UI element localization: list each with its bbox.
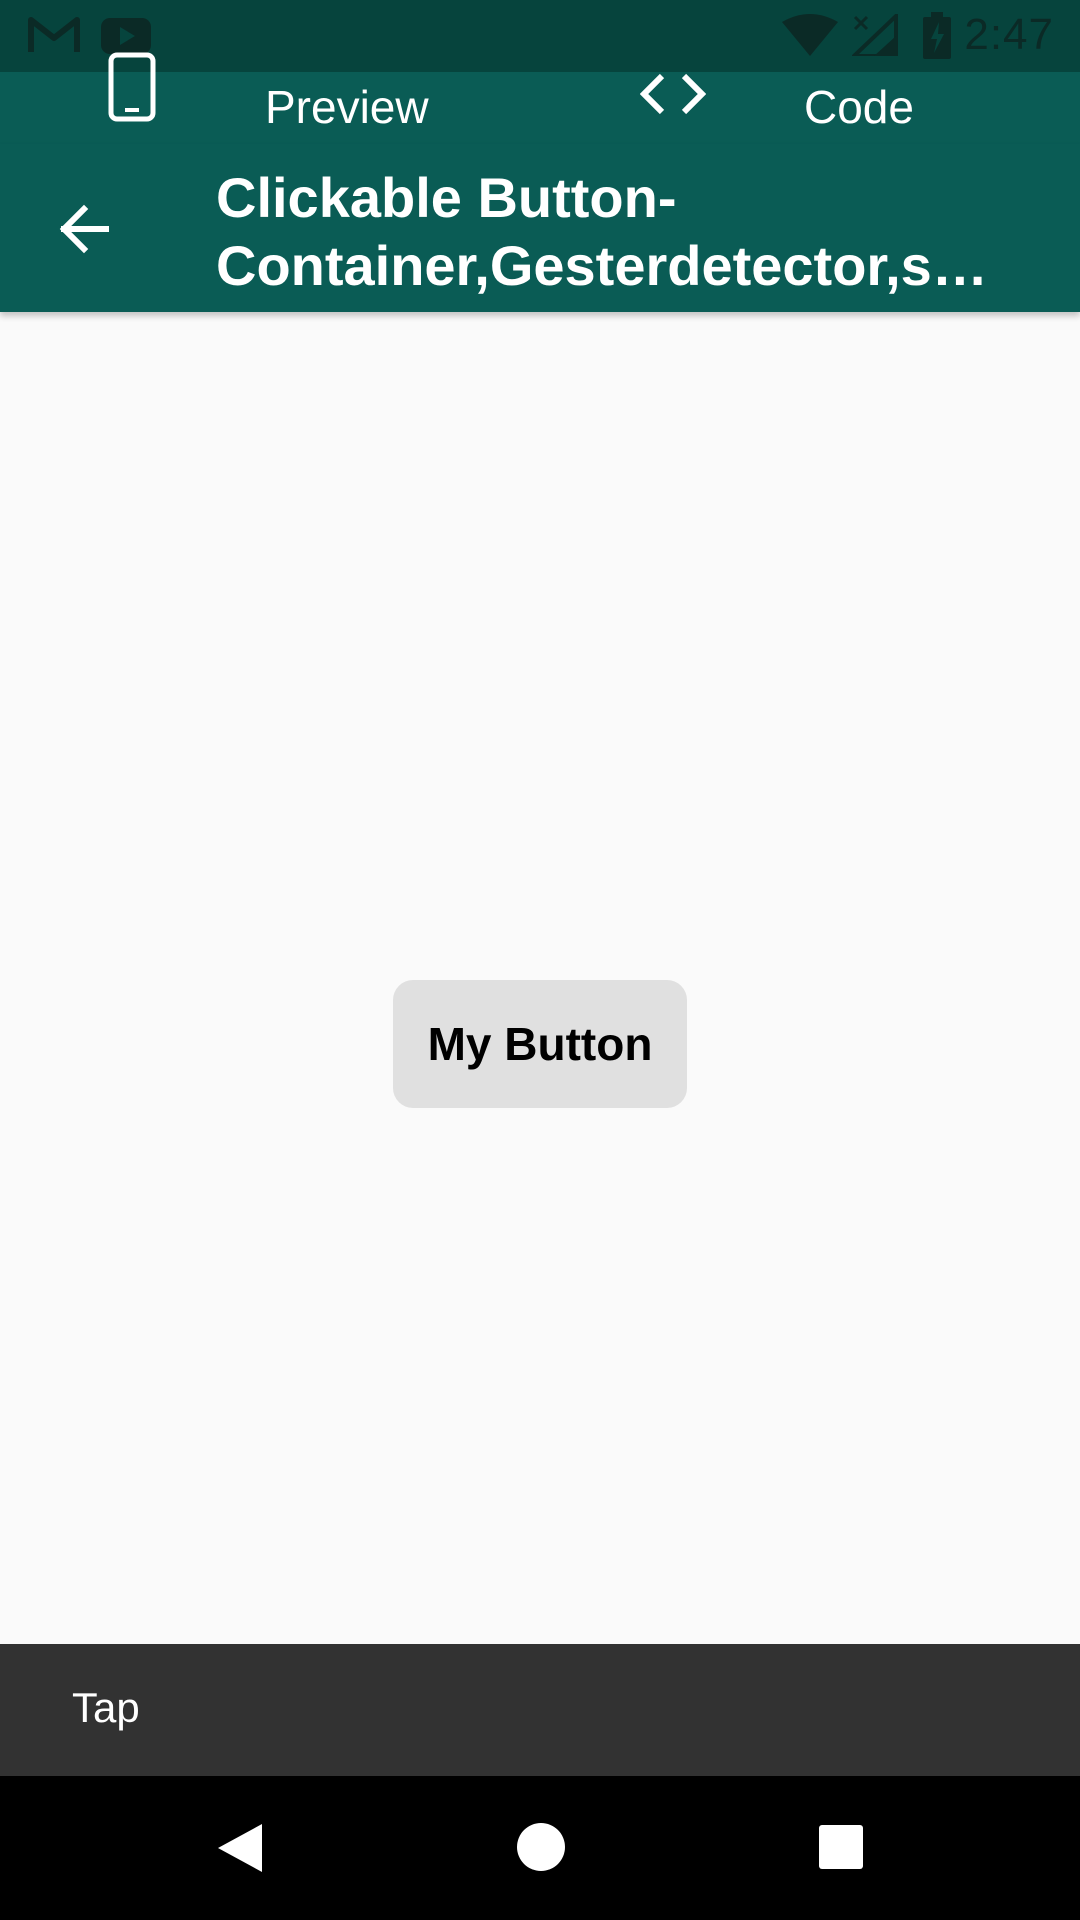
battery-icon <box>922 12 952 65</box>
page-title-line-1: Clickable Button- <box>216 166 677 229</box>
nav-back-icon[interactable] <box>216 1822 264 1879</box>
app-bar: Clickable Button- Container,Gesterdetect… <box>0 144 1080 312</box>
nav-recents-icon[interactable] <box>818 1824 864 1875</box>
code-brackets-icon[interactable] <box>639 72 707 121</box>
gmail-icon <box>28 16 80 59</box>
nav-bar <box>0 1776 1080 1920</box>
status-bar: 2:47 <box>0 0 1080 72</box>
phone-icon[interactable] <box>108 52 156 127</box>
my-button[interactable]: My Button <box>393 980 687 1108</box>
snackbar: Tap <box>0 1644 1080 1776</box>
screen: 2:47 Preview Code Clickable Button- Cont… <box>0 0 1080 1920</box>
snackbar-text: Tap <box>72 1684 140 1731</box>
tab-bar: Preview Code <box>0 52 1080 144</box>
page-title-line-2: Container,Gesterdetector,sn… <box>216 234 1016 297</box>
nav-home-icon[interactable] <box>516 1822 566 1877</box>
page-title: Clickable Button- Container,Gesterdetect… <box>216 164 1016 300</box>
wifi-icon <box>782 14 838 61</box>
status-time: 2:47 <box>964 10 1054 59</box>
tab-preview[interactable]: Preview <box>265 80 429 134</box>
signal-icon <box>849 11 898 61</box>
tab-code[interactable]: Code <box>804 80 914 134</box>
arrow-back-icon[interactable] <box>58 204 110 259</box>
